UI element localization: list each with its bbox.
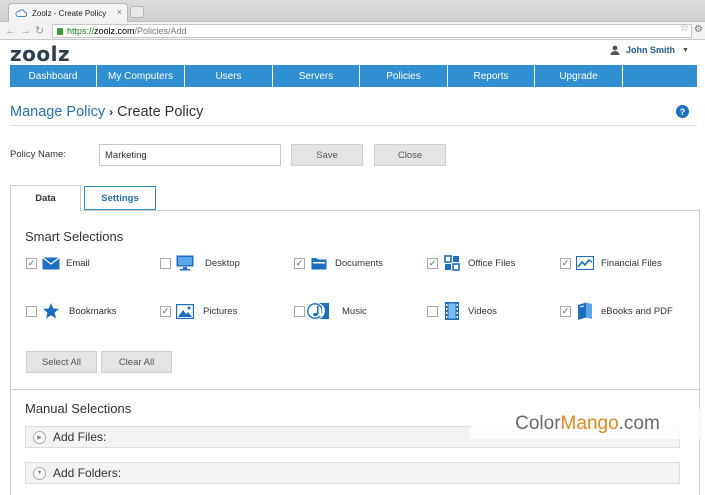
office-files-label: Office Files: [468, 257, 516, 269]
user-name: John Smith: [626, 45, 675, 55]
title-divider: [10, 125, 697, 126]
cloud-icon: [15, 9, 27, 17]
page-title: Create Policy: [117, 104, 204, 120]
close-icon[interactable]: ×: [117, 7, 122, 17]
email-checkbox[interactable]: ✓: [26, 257, 37, 269]
bookmarks-label: Bookmarks: [69, 305, 117, 317]
lock-icon: [57, 27, 63, 35]
user-menu[interactable]: John Smith ▼: [610, 45, 689, 55]
chevron-right-icon: ›: [109, 105, 114, 119]
chevron-down-icon: ▼: [33, 466, 46, 480]
main-nav: Dashboard My Computers Users Servers Pol…: [10, 65, 697, 87]
bookmark-star-icon[interactable]: ☆: [680, 23, 689, 34]
office-grid-icon: [443, 254, 461, 272]
new-tab-button[interactable]: [130, 6, 144, 18]
pictures-label: Pictures: [203, 305, 238, 317]
nav-reports[interactable]: Reports: [448, 65, 535, 87]
breadcrumb-manage-policy[interactable]: Manage Policy: [10, 104, 105, 120]
address-bar: ← → ↻ https://zoolz.com/Policies/Add ☆ ⚙: [0, 22, 705, 40]
back-arrow-icon[interactable]: ←: [5, 24, 16, 38]
browser-tab-title: Zoolz - Create Policy: [32, 8, 107, 18]
option-videos[interactable]: Videos: [427, 302, 497, 320]
music-label: Music: [342, 305, 367, 317]
policy-name-input[interactable]: [99, 144, 281, 166]
nav-dashboard[interactable]: Dashboard: [10, 65, 97, 87]
star-icon: [42, 302, 60, 320]
folder-icon: [310, 254, 328, 272]
ebooks-checkbox[interactable]: ✓: [560, 305, 571, 317]
add-files-label: Add Files:: [53, 430, 107, 444]
chart-line-icon: [576, 254, 594, 272]
close-button[interactable]: Close: [374, 144, 446, 166]
bookmarks-checkbox[interactable]: [26, 305, 37, 317]
watermark-part3: .com: [618, 413, 660, 434]
url-path: /Policies/Add: [134, 26, 187, 36]
smart-selections-title: Smart Selections: [25, 229, 124, 244]
option-office-files[interactable]: ✓ Office Files: [427, 254, 515, 272]
tab-settings[interactable]: Settings: [84, 186, 156, 210]
url-scheme: https://: [67, 26, 95, 36]
help-icon[interactable]: ?: [676, 105, 689, 118]
office-files-checkbox[interactable]: ✓: [427, 257, 438, 269]
add-folders-accordion[interactable]: ▼ Add Folders:: [25, 462, 680, 484]
nav-my-computers[interactable]: My Computers: [97, 65, 185, 87]
user-icon: [610, 45, 620, 55]
watermark: Color Mango .com: [470, 409, 705, 439]
nav-upgrade[interactable]: Upgrade: [535, 65, 623, 87]
financial-files-checkbox[interactable]: ✓: [560, 257, 571, 269]
clear-all-button[interactable]: Clear All: [101, 351, 172, 373]
watermark-part2: Mango: [560, 413, 619, 434]
option-desktop[interactable]: Desktop: [160, 254, 240, 272]
videos-label: Videos: [468, 305, 497, 317]
music-checkbox[interactable]: [294, 305, 305, 317]
nav-servers[interactable]: Servers: [273, 65, 360, 87]
desktop-label: Desktop: [205, 257, 240, 269]
monitor-icon: [176, 254, 194, 272]
nav-policies[interactable]: Policies: [360, 65, 448, 87]
chevron-right-icon: ▶: [33, 430, 46, 444]
zoolz-logo: zoolz: [10, 42, 71, 66]
tab-data[interactable]: Data: [10, 185, 81, 211]
pictures-checkbox[interactable]: ✓: [160, 305, 171, 317]
option-music[interactable]: Music: [294, 302, 367, 320]
nav-empty: [623, 65, 697, 87]
select-all-button[interactable]: Select All: [26, 351, 97, 373]
documents-checkbox[interactable]: ✓: [294, 257, 305, 269]
ebooks-label: eBooks and PDF: [601, 305, 673, 317]
chevron-down-icon: ▼: [682, 46, 689, 54]
watermark-part1: Color: [515, 413, 561, 434]
nav-users[interactable]: Users: [185, 65, 273, 87]
url-field[interactable]: https://zoolz.com/Policies/Add: [52, 24, 692, 38]
desktop-checkbox[interactable]: [160, 257, 171, 269]
option-pictures[interactable]: ✓ Pictures: [160, 302, 237, 320]
browser-tabstrip: Zoolz - Create Policy ×: [0, 0, 705, 22]
url-host: zoolz.com: [94, 26, 135, 36]
financial-files-label: Financial Files: [601, 257, 662, 269]
book-icon: [576, 302, 594, 320]
film-strip-icon: [443, 302, 461, 320]
picture-icon: [176, 302, 194, 320]
breadcrumb: Manage Policy › Create Policy: [10, 104, 203, 120]
option-ebooks[interactable]: ✓ eBooks and PDF: [560, 302, 673, 320]
option-email[interactable]: ✓ Email: [26, 254, 90, 272]
policy-name-label: Policy Name:: [10, 149, 66, 160]
music-note-icon: [307, 302, 329, 320]
videos-checkbox[interactable]: [427, 305, 438, 317]
option-financial-files[interactable]: ✓ Financial Files: [560, 254, 662, 272]
option-bookmarks[interactable]: Bookmarks: [26, 302, 117, 320]
wrench-icon[interactable]: ⚙: [694, 24, 703, 35]
envelope-icon: [42, 254, 60, 272]
option-documents[interactable]: ✓ Documents: [294, 254, 383, 272]
manual-selections-title: Manual Selections: [25, 401, 132, 416]
documents-label: Documents: [335, 257, 384, 269]
browser-tab[interactable]: Zoolz - Create Policy ×: [8, 3, 128, 22]
reload-icon[interactable]: ↻: [35, 24, 44, 38]
save-button[interactable]: Save: [291, 144, 363, 166]
email-label: Email: [66, 257, 90, 269]
forward-arrow-icon[interactable]: →: [20, 24, 31, 38]
add-folders-label: Add Folders:: [53, 466, 122, 480]
